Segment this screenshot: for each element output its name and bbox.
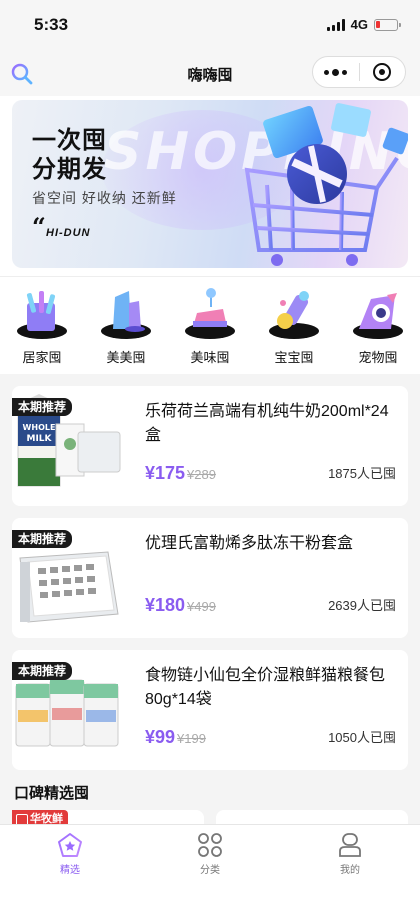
star-icon bbox=[58, 833, 82, 857]
purchase-count: 1875人已囤 bbox=[328, 466, 396, 481]
mini-program-capsule bbox=[312, 56, 406, 88]
current-price: ¥175 bbox=[145, 463, 186, 483]
product-card[interactable]: 本期推荐 优理氏富勒烯多肽冻干粉套盒 ¥180 ¥499 2639人已囤 bbox=[12, 518, 408, 638]
banner-subtitle: 省空间 好收纳 还新鲜 bbox=[32, 190, 177, 206]
tab-label: 精选 bbox=[60, 865, 80, 876]
cake-icon bbox=[185, 288, 235, 339]
status-bar: 5:33 4G bbox=[0, 0, 420, 50]
banner-section: SHOPPING 一次囤 分期发 省空间 好收纳 还新鲜 “ HI-DUN bbox=[0, 96, 420, 276]
status-time: 5:33 bbox=[34, 15, 69, 34]
pet-icon bbox=[353, 293, 403, 339]
banner-brand: HI-DUN bbox=[46, 227, 91, 239]
current-price: ¥180 bbox=[145, 595, 186, 615]
category-pet[interactable]: 宠物囤 bbox=[336, 277, 420, 374]
grid-icon bbox=[198, 833, 222, 857]
recommend-card-peek[interactable] bbox=[216, 810, 408, 824]
user-icon bbox=[339, 833, 361, 857]
svg-text:MILK: MILK bbox=[26, 434, 52, 444]
purchase-count: 1050人已囤 bbox=[328, 730, 396, 745]
banner-headline: 一次囤 分期发 bbox=[32, 127, 107, 183]
category-beauty[interactable]: 美美囤 bbox=[84, 277, 168, 374]
tab-profile[interactable]: 我的 bbox=[280, 825, 420, 909]
price-group: ¥175 ¥289 bbox=[145, 463, 216, 484]
svg-text:WHOLE: WHOLE bbox=[23, 423, 56, 432]
more-button[interactable] bbox=[313, 57, 359, 87]
close-button[interactable] bbox=[359, 57, 405, 87]
purchase-count: 2639人已囤 bbox=[328, 598, 396, 613]
tab-label: 分类 bbox=[200, 865, 220, 876]
recommend-badge: 本期推荐 bbox=[12, 398, 73, 416]
signal-icon bbox=[326, 18, 345, 31]
close-icon bbox=[373, 63, 392, 81]
tab-featured[interactable]: 精选 bbox=[0, 825, 140, 909]
category-label: 美味囤 bbox=[190, 350, 230, 365]
status-indicators: 4G bbox=[326, 17, 401, 32]
nav-bar: 嗨嗨囤 bbox=[0, 50, 420, 96]
category-home[interactable]: 居家囤 bbox=[0, 277, 84, 374]
home-goods-icon bbox=[17, 291, 67, 339]
product-card[interactable]: WHOLE MILK 本期推荐 乐荷荷兰高端有机纯牛奶200ml*24盒 ¥17… bbox=[12, 386, 408, 506]
product-card[interactable]: 本期推荐 食物链小仙包全价湿粮鲜猫粮餐包80g*14袋 ¥99 ¥199 105… bbox=[12, 650, 408, 770]
shopping-cart-illustration bbox=[244, 103, 408, 266]
price-group: ¥99 ¥199 bbox=[145, 727, 206, 748]
product-title: 食物链小仙包全价湿粮鲜猫粮餐包80g*14袋 bbox=[145, 667, 386, 708]
category-row: 居家囤 美美囤 美味囤 宝宝囤 宠物囤 bbox=[0, 276, 420, 374]
recommend-badge: 本期推荐 bbox=[12, 662, 73, 680]
category-baby[interactable]: 宝宝囤 bbox=[252, 277, 336, 374]
current-price: ¥99 bbox=[145, 727, 176, 747]
price-group: ¥180 ¥499 bbox=[145, 595, 216, 616]
tab-category[interactable]: 分类 bbox=[140, 825, 280, 909]
category-label: 居家囤 bbox=[22, 350, 62, 365]
product-title: 乐荷荷兰高端有机纯牛奶200ml*24盒 bbox=[145, 403, 389, 444]
original-price: ¥499 bbox=[187, 599, 216, 614]
promo-banner[interactable]: SHOPPING 一次囤 分期发 省空间 好收纳 还新鲜 “ HI-DUN bbox=[12, 100, 408, 268]
category-label: 宠物囤 bbox=[358, 350, 398, 365]
cosmetics-icon bbox=[101, 291, 151, 339]
recommend-badge: 本期推荐 bbox=[12, 530, 73, 548]
baby-bottle-icon bbox=[269, 291, 319, 339]
original-price: ¥199 bbox=[177, 731, 206, 746]
section-title: 口碑精选囤 bbox=[14, 785, 90, 802]
quote-mark: “ bbox=[32, 212, 46, 241]
network-type: 4G bbox=[350, 17, 368, 32]
battery-icon bbox=[374, 18, 401, 31]
tab-label: 我的 bbox=[340, 865, 360, 876]
category-label: 宝宝囤 bbox=[274, 350, 314, 365]
original-price: ¥289 bbox=[187, 467, 216, 482]
bottom-tab-bar: 精选 分类 我的 bbox=[0, 824, 420, 909]
category-label: 美美囤 bbox=[106, 350, 146, 365]
product-title: 优理氏富勒烯多肽冻干粉套盒 bbox=[145, 535, 354, 552]
category-food[interactable]: 美味囤 bbox=[168, 277, 252, 374]
